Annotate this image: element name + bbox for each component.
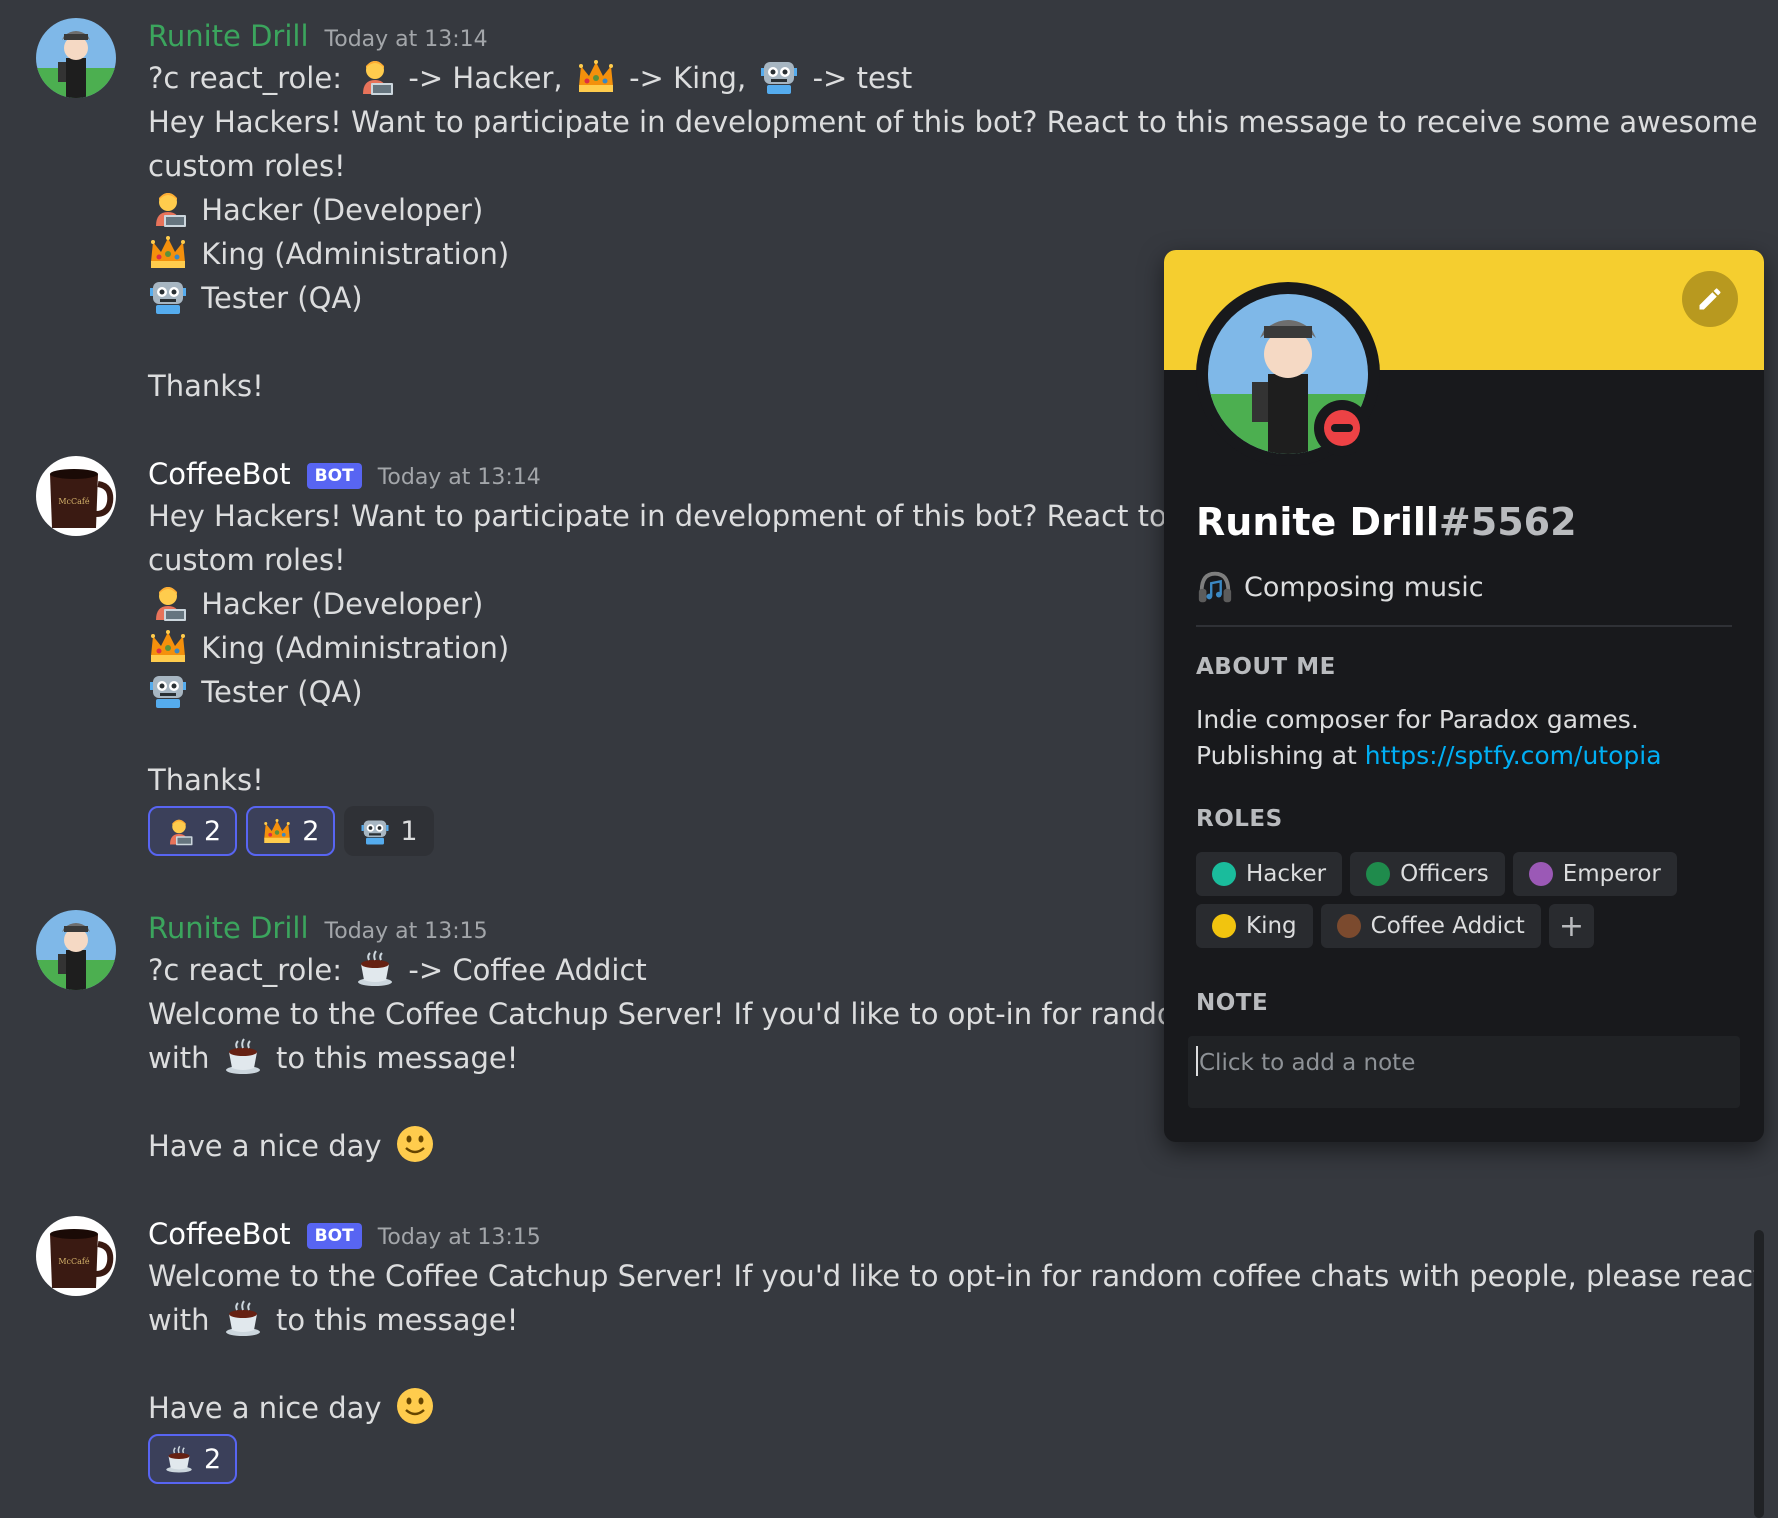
- avatar[interactable]: [36, 1216, 116, 1296]
- plus-icon: +: [1558, 908, 1584, 944]
- about-me-heading: ABOUT ME: [1196, 654, 1336, 680]
- pencil-icon: [1699, 288, 1721, 310]
- robot-icon: [148, 670, 188, 710]
- role-color-dot: [1212, 914, 1236, 938]
- do-not-disturb-icon: [1324, 410, 1360, 446]
- role-pill[interactable]: Officers: [1350, 852, 1505, 896]
- message-line: custom roles!: [148, 149, 346, 183]
- role-pill[interactable]: Hacker: [1196, 852, 1343, 896]
- role-color-dot: [1528, 862, 1553, 886]
- reaction[interactable]: 1: [344, 806, 434, 856]
- technologist-icon: [148, 188, 188, 228]
- hot-beverage-icon: [223, 1298, 263, 1338]
- custom-status: Composing music: [1196, 568, 1484, 606]
- headphones-icon: [1198, 571, 1232, 603]
- edit-profile-button[interactable]: [1682, 271, 1738, 327]
- timestamp: Today at 13:15: [377, 1225, 541, 1250]
- crown-icon: [576, 56, 616, 96]
- message-line: Welcome to the Coffee Catchup Server! If…: [148, 1259, 1765, 1293]
- robot-icon: [148, 276, 188, 316]
- role-line: Hacker (Developer): [148, 188, 1740, 232]
- avatar[interactable]: [36, 456, 116, 536]
- role-pill[interactable]: Coffee Addict: [1320, 904, 1541, 948]
- robot-icon: [360, 816, 390, 846]
- roles-heading: ROLES: [1196, 806, 1283, 832]
- avatar[interactable]: [36, 910, 116, 990]
- crown-icon: [262, 816, 292, 846]
- hot-beverage-icon: [223, 1036, 263, 1076]
- note-input[interactable]: Click to add a note: [1188, 1036, 1740, 1108]
- divider: [1196, 625, 1732, 627]
- technologist-icon: [164, 816, 194, 846]
- role-color-dot: [1336, 914, 1361, 938]
- smiley-icon: [395, 1386, 435, 1426]
- about-me-text: Indie composer for Paradox games. Publis…: [1196, 705, 1662, 770]
- add-role-button[interactable]: +: [1548, 904, 1594, 948]
- message-line: Hey Hackers! Want to participate in deve…: [148, 105, 1758, 139]
- hot-beverage-icon: [164, 1444, 194, 1474]
- crown-icon: [148, 232, 188, 272]
- reaction[interactable]: 2: [148, 1434, 238, 1484]
- message-line: Have a nice day: [148, 1386, 1740, 1430]
- bot-tag: BOT: [306, 1223, 362, 1249]
- profile-popout: Runite Drill#5562 Composing music ABOUT …: [1164, 250, 1764, 1142]
- crown-icon: [148, 626, 188, 666]
- status-indicator: [1314, 400, 1370, 456]
- username[interactable]: CoffeeBot: [148, 1214, 291, 1254]
- role-pill[interactable]: Emperor: [1512, 852, 1677, 896]
- hot-beverage-icon: [355, 948, 395, 988]
- role-pill[interactable]: King: [1196, 904, 1313, 948]
- scrollbar[interactable]: [1754, 1230, 1764, 1518]
- profile-username: Runite Drill#5562: [1196, 500, 1577, 544]
- profile-link[interactable]: https://sptfy.com/utopia: [1365, 741, 1662, 770]
- reaction[interactable]: 2: [148, 806, 238, 856]
- technologist-icon: [148, 582, 188, 622]
- bot-tag: BOT: [306, 463, 362, 489]
- roles-list: Hacker Officers Emperor King Coffee Addi…: [1196, 852, 1736, 948]
- reactions: 2: [148, 1434, 1740, 1484]
- timestamp: Today at 13:15: [324, 919, 488, 944]
- message-line: ?c react_role: -> Hacker, -> King, -> te…: [148, 56, 1740, 100]
- note-heading: NOTE: [1196, 990, 1269, 1016]
- avatar[interactable]: [36, 18, 116, 98]
- robot-icon: [759, 56, 799, 96]
- timestamp: Today at 13:14: [324, 27, 488, 52]
- message-line: with to this message!: [148, 1298, 1740, 1342]
- reaction[interactable]: 2: [246, 806, 336, 856]
- profile-avatar[interactable]: [1196, 282, 1380, 466]
- role-color-dot: [1366, 862, 1391, 886]
- username[interactable]: CoffeeBot: [148, 454, 291, 494]
- username[interactable]: Runite Drill: [148, 908, 309, 948]
- role-color-dot: [1212, 862, 1236, 886]
- smiley-icon: [395, 1124, 435, 1164]
- technologist-icon: [355, 56, 395, 96]
- username[interactable]: Runite Drill: [148, 16, 309, 56]
- timestamp: Today at 13:14: [377, 465, 541, 490]
